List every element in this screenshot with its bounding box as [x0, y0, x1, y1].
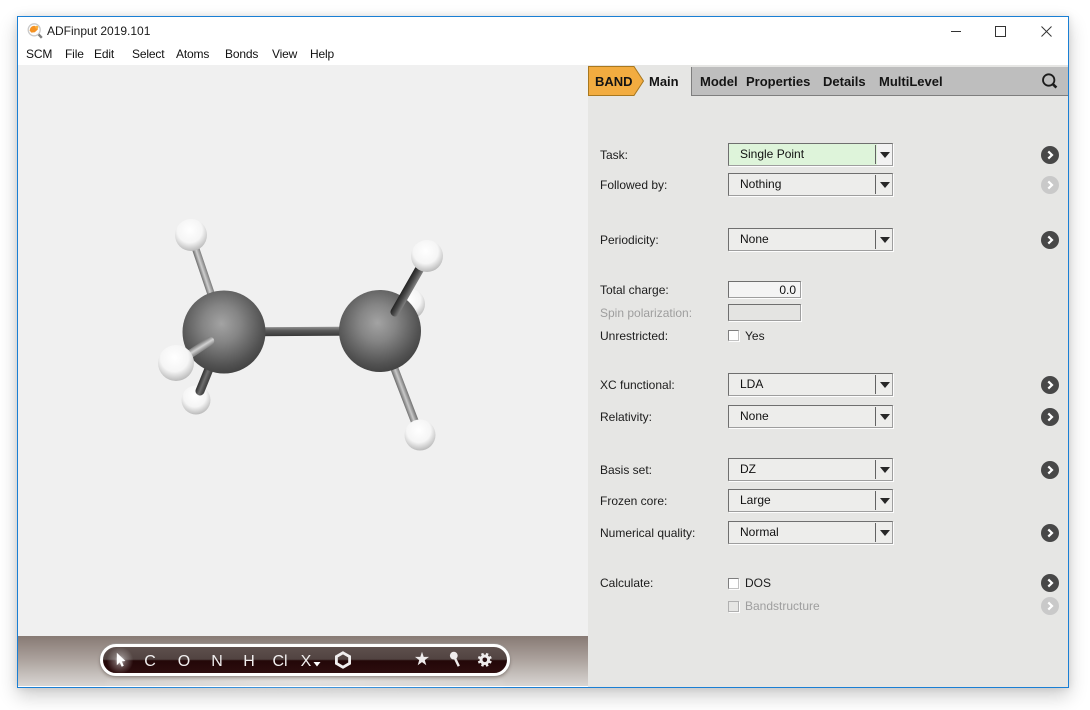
svg-text:Cl: Cl [272, 653, 287, 670]
svg-text:H: H [243, 653, 255, 670]
svg-text:N: N [211, 653, 223, 670]
svg-text:O: O [178, 653, 190, 670]
svg-text:C: C [144, 653, 156, 670]
svg-text:X: X [301, 653, 312, 670]
